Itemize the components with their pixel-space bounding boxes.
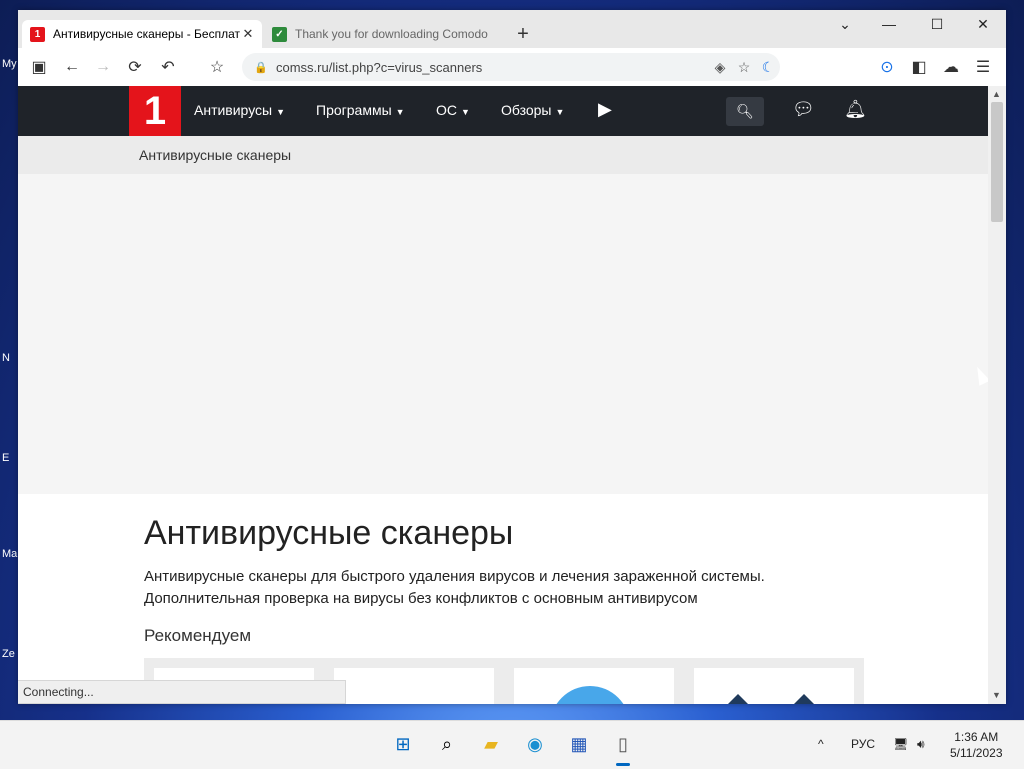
close-window-button[interactable]: ✕ [968,16,998,33]
scroll-up-arrow-icon[interactable]: ▲ [992,89,1001,99]
tab-strip: 1 Антивирусные сканеры - Бесплат ✕ ✓ Tha… [18,10,1006,48]
nav-item-antivirus[interactable]: Антивирусы ▼ [194,102,285,118]
nav-label: Антивирусы [194,102,273,118]
scroll-thumb[interactable] [991,102,1003,222]
chat-icon[interactable]: 💬︎ [792,99,815,120]
minimize-button[interactable]: — [874,16,904,32]
nav-item-reviews[interactable]: Обзоры ▼ [501,102,564,118]
description-line: Антивирусные сканеры для быстрого удален… [144,568,765,585]
back-icon[interactable]: ← [61,56,83,78]
start-windows-icon[interactable]: ⊞ [390,731,416,757]
caret-down-icon: ▼ [276,107,286,117]
tab-active[interactable]: 1 Антивирусные сканеры - Бесплат ✕ [22,20,262,48]
undo-icon[interactable]: ↶ [157,56,179,78]
layers-icon[interactable]: ◈ [708,59,732,76]
breadcrumb-item[interactable]: Антивирусные сканеры [139,147,291,163]
scroll-down-arrow-icon[interactable]: ▼ [992,690,1001,700]
search-icon: 🔍︎ [736,103,754,119]
comodo-favicon-icon: ✓ [272,26,287,42]
nav-item-programs[interactable]: Программы ▼ [316,102,405,118]
clock-time: 1:36 AM [954,730,999,744]
close-icon[interactable]: ✕ [240,26,256,42]
main-content: Антивирусные сканеры Антивирусные сканер… [18,494,988,704]
site-search-button[interactable]: 🔍︎ [726,97,764,126]
address-bar[interactable]: 🔒 comss.ru/list.php?c=virus_scanners ◈ ☆… [242,53,780,81]
caret-down-icon: ▼ [461,107,470,117]
product-image [728,694,748,704]
page-title: Антивирусные сканеры [144,514,514,552]
lock-icon: 🔒 [254,61,268,74]
bell-icon[interactable]: 🔔︎ [844,99,867,120]
nav-label: Обзоры [501,102,552,118]
split-view-icon[interactable]: ◧ [908,56,930,78]
active-app-indicator [616,763,630,766]
sidebar-icon[interactable]: ▣ [28,56,50,78]
product-card[interactable] [694,668,854,704]
bookmark-star-icon[interactable]: ☆ [206,56,228,78]
search-icon[interactable]: ⌕ [434,731,460,757]
nav-label: ОС [436,102,457,118]
nav-more-arrow-icon[interactable]: ▶ [598,99,612,120]
volume-icon[interactable]: 🔊︎ [917,737,925,752]
moon-icon[interactable]: ☾ [756,59,780,76]
site-navbar: 1 Антивирусы ▼ Программы ▼ ОС ▼ Обзоры ▼ ▶ 🔍… [18,86,988,136]
site-favicon-icon: 1 [30,26,45,42]
tray-overflow-chevron-icon[interactable]: ^ [818,737,824,751]
product-image [794,694,814,704]
desktop-icon-label[interactable]: My [2,58,17,70]
desktop-icon-label[interactable]: E [2,452,9,464]
url-text[interactable]: comss.ru/list.php?c=virus_scanners [276,60,708,75]
new-tab-button[interactable]: + [512,23,534,46]
caret-down-icon: ▼ [395,107,405,117]
page-scrollbar[interactable]: ▲ ▼ [988,86,1006,704]
nav-item-os[interactable]: ОС ▼ [436,102,470,118]
desktop-icon-label[interactable]: N [2,352,10,364]
browser-window: 1 Антивирусные сканеры - Бесплат ✕ ✓ Tha… [18,10,1006,704]
description-line: Дополнительная проверка на вирусы без ко… [144,590,698,607]
language-indicator[interactable]: РУС [851,737,875,751]
star-icon[interactable]: ☆ [732,59,756,76]
upload-cloud-icon[interactable]: ☁ [940,56,962,78]
page-description: Антивирусные сканеры для быстрого удален… [144,566,765,610]
clock-date: 5/11/2023 [950,746,1003,760]
caret-down-icon: ▼ [555,107,565,117]
menu-icon[interactable]: ☰ [972,56,994,78]
edge-browser-icon[interactable]: ◉ [522,731,548,757]
store-icon[interactable]: ▦ [566,731,592,757]
product-card[interactable] [334,668,494,704]
tab-title: Антивирусные сканеры - Бесплат [53,27,240,41]
download-cloud-icon[interactable]: ⊙ [876,56,898,78]
reload-icon[interactable]: ⟳ [124,56,146,78]
tab-inactive[interactable]: ✓ Thank you for downloading Comodo [264,20,504,48]
nav-label: Программы [316,102,392,118]
desktop-icon-label[interactable]: Ma [2,548,17,560]
status-bar: Connecting... [18,680,346,704]
product-image [550,686,630,704]
desktop-icon-label[interactable]: Ze [2,648,15,660]
document-app-icon[interactable]: ▯ [610,731,636,757]
site-logo[interactable]: 1 [129,86,181,136]
file-explorer-icon[interactable]: ▰ [478,731,504,757]
forward-icon[interactable]: → [92,56,114,78]
breadcrumb: Антивирусные сканеры [18,136,988,174]
web-page: 1 Антивирусы ▼ Программы ▼ ОС ▼ Обзоры ▼ ▶ 🔍… [18,86,988,704]
tab-search-chevron-icon[interactable]: ⌄ [830,16,860,33]
taskbar: ⊞ ⌕ ▰ ◉ ▦ ▯ ^ РУС 🖥︎ 🔊︎ 1:36 AM 5/11/202… [0,720,1024,769]
browser-toolbar: ▣ ← → ⟳ ↶ ☆ 🔒 comss.ru/list.php?c=virus_… [18,48,1006,86]
ad-placeholder [18,174,988,494]
system-clock[interactable]: 1:36 AM 5/11/2023 [950,729,1003,761]
network-icon[interactable]: 🖥︎ [893,737,908,751]
product-card[interactable] [514,668,674,704]
recommend-heading: Рекомендуем [144,626,252,645]
tab-title: Thank you for downloading Comodo [295,27,488,41]
maximize-button[interactable]: ☐ [922,16,952,33]
